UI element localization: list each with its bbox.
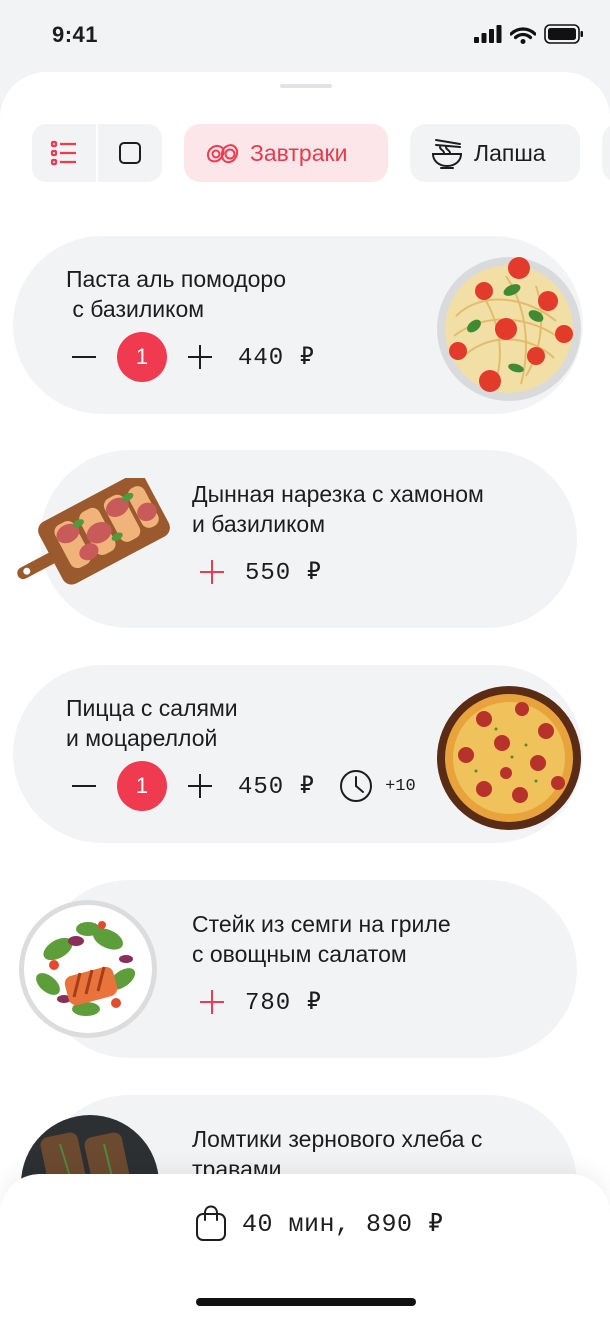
item-controls: 550 ₽ [199, 547, 322, 597]
item-price: 780 ₽ [245, 990, 323, 1017]
cooking-time-icon [340, 770, 373, 802]
item-controls: 1 450 ₽ +10 [71, 761, 416, 811]
grid-view-button[interactable] [98, 124, 162, 182]
home-indicator [196, 1298, 416, 1306]
item-controls: 1 440 ₽ [71, 332, 315, 382]
category-bar: Завтраки Лапша [32, 124, 610, 182]
view-mode-toggle [32, 124, 162, 182]
list-view-icon [50, 140, 76, 166]
item-price: 550 ₽ [245, 560, 323, 587]
item-title: Пицца с салями и моцареллой [66, 695, 238, 751]
cellular-signal-icon [474, 25, 502, 43]
decrease-quantity-button[interactable] [71, 773, 97, 799]
category-chip-partial[interactable] [602, 124, 610, 182]
category-label-noodles: Лапша [474, 139, 546, 166]
cart-summary: 40 мин, 890 ₽ [194, 1204, 444, 1242]
plus-icon [200, 560, 224, 584]
add-to-cart-button[interactable] [199, 989, 225, 1015]
salmon-dish-image [19, 900, 157, 1038]
item-price: 450 ₽ [238, 774, 316, 801]
item-title: Паста аль помодоро с базиликом [66, 266, 287, 322]
eggs-icon [206, 144, 239, 164]
status-bar: 9:41 [0, 0, 610, 72]
item-price: 440 ₽ [238, 345, 316, 372]
category-chip-noodles[interactable]: Лапша [410, 124, 580, 182]
quantity-badge: 1 [117, 761, 167, 811]
pasta-dish-image [437, 257, 581, 401]
plus-icon [188, 774, 212, 798]
item-controls: 780 ₽ [199, 977, 322, 1027]
plus-icon [188, 345, 212, 369]
quantity-badge: 1 [117, 332, 167, 382]
cart-footer[interactable]: 40 мин, 890 ₽ [0, 1174, 610, 1320]
status-icons [474, 24, 584, 44]
minus-icon [72, 785, 96, 787]
pizza-dish-image [437, 686, 581, 830]
cart-summary-text: 40 мин, 890 ₽ [242, 1209, 444, 1239]
sheet-grabber[interactable] [280, 84, 332, 88]
battery-icon [544, 24, 583, 44]
extra-cooking-time: +10 [385, 776, 416, 796]
shopping-bag-icon [196, 1205, 226, 1241]
item-title: Дынная нарезка с хамоном и базиликом [192, 481, 484, 537]
status-time: 9:41 [52, 22, 99, 47]
noodle-bowl-icon [431, 139, 463, 169]
add-to-cart-button[interactable] [199, 559, 225, 585]
list-view-button[interactable] [32, 124, 96, 182]
grid-view-icon [119, 142, 141, 164]
decrease-quantity-button[interactable] [71, 344, 97, 370]
category-label-breakfast: Завтраки [250, 139, 348, 166]
category-chip-breakfast[interactable]: Завтраки [184, 124, 388, 182]
item-title: Стейк из семги на гриле с овощным салато… [192, 911, 451, 967]
wifi-icon [510, 26, 536, 44]
plus-icon [200, 990, 224, 1014]
increase-quantity-button[interactable] [187, 773, 213, 799]
melon-jamon-dish-image [17, 478, 170, 585]
minus-icon [72, 356, 96, 358]
increase-quantity-button[interactable] [187, 344, 213, 370]
